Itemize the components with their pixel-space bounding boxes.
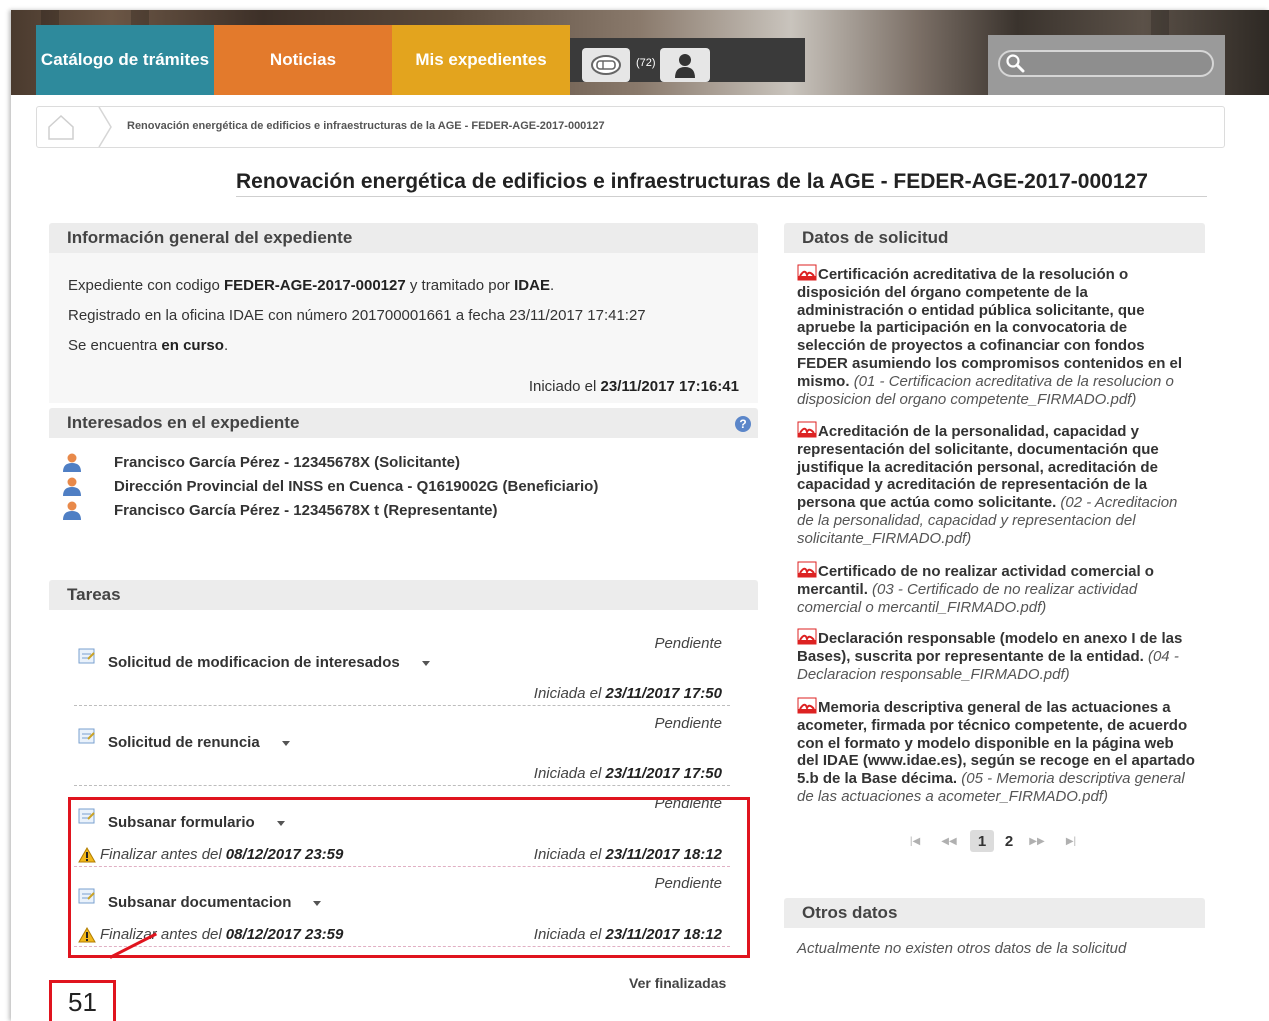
task-name-label: Solicitud de modificacion de interesados [108,654,400,671]
last-page-icon[interactable]: ▶| [1054,836,1088,847]
document-title: Declaración responsable (modelo en anexo… [797,630,1183,665]
text: Expediente con codigo [68,277,224,294]
info-expediente-line: Expediente con codigo FEDER-AGE-2017-000… [68,277,554,294]
person-icon [63,453,81,472]
task-form-icon [78,728,95,744]
pdf-icon [797,628,817,645]
pagination: |◀ ◀◀ 1 2 ▶▶ ▶| [898,830,1088,852]
expediente-code: FEDER-AGE-2017-000127 [223,277,406,294]
prev-page-icon[interactable]: ◀◀ [932,836,966,847]
tab-noticias[interactable]: Noticias [214,25,392,95]
notification-tray-icon [591,55,621,75]
task-started-date: 23/11/2017 17:50 [605,685,723,702]
task-status: Pendiente [654,715,722,732]
breadcrumb-separator-icon [98,107,112,147]
interesado-label: Francisco García Pérez - 12345678X t (Re… [114,501,498,519]
task-started-date: 23/11/2017 17:50 [605,765,723,782]
task-started: Iniciada el 23/11/2017 17:50 [534,765,722,782]
user-profile-button[interactable] [660,48,710,82]
info-general-header: Información general del expediente [49,223,758,253]
iniciado-date: 23/11/2017 17:16:41 [600,378,739,395]
home-icon[interactable] [45,113,77,141]
tareas-title: Tareas [67,585,121,604]
interesado-label: Francisco García Pérez - 12345678X (Soli… [114,453,461,471]
person-icon [63,477,81,496]
otros-datos-title: Otros datos [802,903,898,922]
text: Se encuentra [68,337,162,354]
interesados-header: Interesados en el expediente [49,408,758,438]
document-item[interactable]: Declaración responsable (modelo en anexo… [797,628,1195,683]
interesado-item: Dirección Provincial del INSS en Cuenca … [62,476,598,496]
text: . [223,337,229,354]
text: y tramitado por [405,277,515,294]
text: Iniciada el [533,685,606,702]
document-file: (01 - Certificacion acreditativa de la r… [797,372,1174,408]
task-divider [74,785,730,786]
text: . [549,277,555,294]
estado: en curso [161,337,224,354]
help-icon[interactable]: ? [735,416,751,432]
chevron-down-icon[interactable] [421,660,430,666]
text: Iniciado el [528,378,601,395]
first-page-icon[interactable]: |◀ [898,836,932,847]
document-item[interactable]: Acreditación de la personalidad, capacid… [797,421,1195,548]
task-status: Pendiente [654,635,722,652]
pdf-icon [797,264,817,281]
page-current[interactable]: 1 [970,830,994,852]
text: Iniciada el [533,765,606,782]
annotation-highlight-box [68,797,750,958]
task-name[interactable]: Solicitud de modificacion de interesados [108,654,430,671]
breadcrumb: Renovación energética de edificios e inf… [36,106,1225,148]
pdf-icon [797,697,817,714]
interesado-item: Francisco García Pérez - 12345678X t (Re… [62,500,498,520]
document-title: Certificación acreditativa de la resoluc… [797,266,1183,390]
task-started: Iniciada el 23/11/2017 17:50 [534,685,722,702]
person-icon [63,501,81,520]
interesado-label: Dirección Provincial del INSS en Cuenca … [114,477,599,495]
datos-solicitud-header: Datos de solicitud [784,223,1205,253]
chevron-down-icon[interactable] [281,740,290,746]
ver-finalizadas-link[interactable]: Ver finalizadas [629,975,726,991]
document-item[interactable]: Certificación acreditativa de la resoluc… [797,264,1195,408]
document-item[interactable]: Certificado de no realizar actividad com… [797,561,1195,616]
info-registro-line: Registrado en la oficina IDAE con número… [68,307,646,324]
pdf-icon [797,421,817,438]
datos-solicitud-title: Datos de solicitud [802,228,949,247]
info-iniciado-line: Iniciado el 23/11/2017 17:16:41 [529,378,739,395]
tab-catalogo-tramites[interactable]: Catálogo de trámites [36,25,214,95]
document-item[interactable]: Memoria descriptiva general de las actua… [797,697,1195,806]
tab-mis-expedientes[interactable]: Mis expedientes [392,25,570,95]
interesado-item: Francisco García Pérez - 12345678X (Soli… [62,452,460,472]
otros-datos-text: Actualmente no existen otros datos de la… [797,940,1127,957]
otros-datos-header: Otros datos [784,898,1205,928]
page-title: Renovación energética de edificios e inf… [236,170,1148,193]
search-icon [1006,54,1025,73]
task-divider [74,705,730,706]
task-name-label: Solicitud de renuncia [108,734,260,751]
info-estado-line: Se encuentra en curso. [68,337,228,354]
task-form-icon [78,648,95,664]
page-number[interactable]: 2 [998,833,1020,850]
annotation-badge: 51 [49,980,116,1021]
notifications-button[interactable] [582,48,630,82]
title-divider [236,196,1207,197]
next-page-icon[interactable]: ▶▶ [1020,836,1054,847]
interesados-title: Interesados en el expediente [67,413,300,432]
organismo: IDAE [514,277,550,294]
breadcrumb-current[interactable]: Renovación energética de edificios e inf… [127,120,605,132]
tareas-header: Tareas [49,580,758,610]
user-icon [675,54,695,78]
pdf-icon [797,561,817,578]
task-name[interactable]: Solicitud de renuncia [108,734,290,751]
search-input[interactable] [998,50,1214,77]
notification-count: (72) [636,57,656,69]
info-general-title: Información general del expediente [67,228,353,247]
